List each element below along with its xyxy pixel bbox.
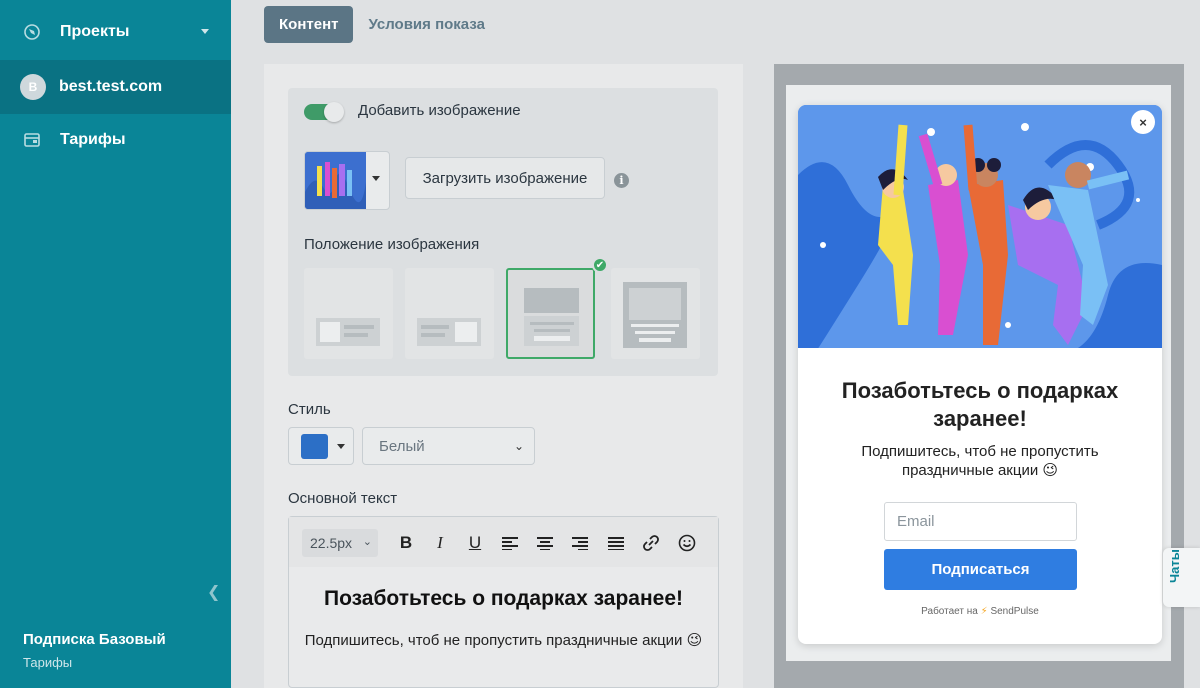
editor-body-text[interactable]: Подпишитесь, чтоб не пропустить празднич… — [289, 631, 718, 651]
theme-select-value: Белый — [379, 437, 425, 455]
popup-illustration: × — [798, 105, 1162, 348]
powered-prefix: Работает на — [921, 606, 978, 617]
underline-icon[interactable]: U — [464, 532, 486, 554]
align-justify-icon[interactable] — [605, 532, 627, 554]
sidebar-item-projects[interactable]: Проекты — [0, 5, 231, 59]
position-option-bottom-left[interactable] — [304, 268, 393, 359]
caret-down-icon — [201, 29, 209, 34]
main-text-label: Основной текст — [288, 490, 398, 507]
projects-icon — [22, 22, 42, 42]
info-icon[interactable]: i — [614, 173, 629, 188]
subscribe-button[interactable]: Подписаться — [884, 549, 1077, 590]
popup-preview: × Позаботьтесь о подарках заранее! Подпи… — [798, 105, 1162, 644]
bold-icon[interactable]: B — [395, 532, 417, 554]
chats-label: Чаты — [1167, 549, 1182, 583]
image-position-label: Положение изображения — [304, 236, 480, 253]
popup-text: Подпишитесь, чтоб не пропустить празднич… — [861, 443, 1099, 479]
font-size-select[interactable]: 22.5px ⌄ — [302, 529, 378, 557]
close-icon[interactable]: × — [1131, 110, 1155, 134]
add-image-label: Добавить изображение — [358, 102, 521, 119]
color-picker[interactable] — [288, 427, 354, 465]
avatar: B — [20, 74, 46, 100]
powered-by[interactable]: Работает на ⚡ SendPulse — [798, 606, 1162, 617]
powered-brand: SendPulse — [990, 606, 1039, 617]
sidebar-item-label: Тарифы — [60, 131, 126, 148]
wallet-icon — [22, 130, 42, 150]
align-right-icon[interactable] — [569, 532, 591, 554]
caret-down-icon[interactable] — [372, 176, 380, 181]
caret-down-icon — [337, 444, 345, 449]
sidebar-item-label: best.test.com — [59, 78, 163, 95]
add-image-toggle[interactable] — [304, 102, 344, 122]
email-field[interactable]: Email — [884, 502, 1077, 541]
align-left-icon[interactable] — [499, 532, 521, 554]
upload-image-button[interactable]: Загрузить изображение — [405, 157, 605, 199]
plan-sub[interactable]: Тарифы — [23, 655, 72, 670]
italic-icon[interactable]: I — [429, 532, 451, 554]
sidebar: Проекты B best.test.com Тарифы ❮ Подписк… — [0, 0, 231, 688]
position-option-background[interactable] — [611, 268, 700, 359]
editor-title-text[interactable]: Позаботьтесь о подарках заранее! — [289, 587, 718, 611]
chevron-left-icon[interactable]: ❮ — [207, 582, 220, 602]
align-center-icon[interactable] — [534, 532, 556, 554]
sidebar-item-tariffs[interactable]: Тарифы — [0, 113, 231, 167]
emoji-icon[interactable] — [676, 532, 698, 554]
popup-title: Позаботьтесь о подарках заранее! — [841, 378, 1119, 431]
tab-content[interactable]: Контент — [264, 6, 354, 43]
chevron-down-icon: ⌄ — [362, 536, 372, 548]
text-editor[interactable]: 22.5px ⌄ B I U Позаботьтесь о подарках з… — [288, 516, 719, 688]
tabs: Контент Условия показа — [264, 6, 500, 43]
image-picker[interactable] — [304, 151, 390, 210]
link-icon[interactable] — [640, 532, 662, 554]
chats-widget[interactable]: Чаты — [1163, 548, 1200, 607]
color-swatch — [301, 434, 328, 459]
plan-name[interactable]: Подписка Базовый — [23, 631, 166, 648]
image-thumbnail — [305, 152, 366, 209]
toggle-knob — [324, 102, 344, 122]
style-label: Стиль — [288, 401, 331, 418]
font-size-value: 22.5px — [310, 535, 353, 551]
editor-toolbar: 22.5px ⌄ B I U — [289, 517, 718, 567]
position-option-bottom-right[interactable] — [405, 268, 494, 359]
theme-select[interactable]: Белый ⌄ — [362, 427, 535, 465]
sidebar-item-label: Проекты — [60, 23, 130, 40]
sendpulse-logo-icon: ⚡ — [980, 606, 988, 617]
tab-show-conditions[interactable]: Условия показа — [353, 6, 499, 43]
chevron-down-icon: ⌄ — [513, 439, 524, 453]
check-icon: ✔ — [592, 257, 608, 273]
sidebar-item-site[interactable]: B best.test.com — [0, 60, 231, 114]
position-option-top[interactable] — [506, 268, 595, 359]
